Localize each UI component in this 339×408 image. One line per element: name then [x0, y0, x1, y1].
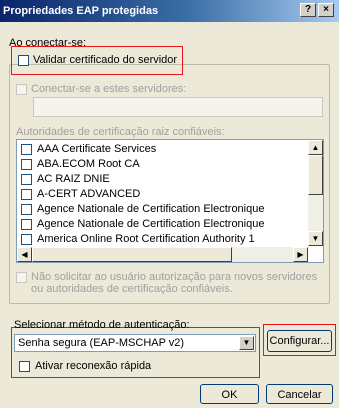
horizontal-scrollbar[interactable]: ◀ ▶: [17, 247, 308, 262]
chevron-down-icon[interactable]: ▼: [239, 336, 254, 350]
ca-checkbox[interactable]: [21, 204, 32, 215]
ca-label: America Online Root Certification Author…: [37, 233, 255, 245]
ca-checkbox[interactable]: [21, 174, 32, 185]
fast-reconnect-checkbox[interactable]: [19, 361, 30, 372]
root-ca-list[interactable]: AAA Certificate Services ABA.ECOM Root C…: [16, 139, 324, 263]
title-bar: Propriedades EAP protegidas ? ×: [0, 0, 339, 22]
ca-label: ABA.ECOM Root CA: [37, 158, 140, 170]
no-prompt-label-line2: ou autoridades de certificação confiávei…: [31, 283, 233, 295]
connect-servers-checkbox[interactable]: [16, 84, 27, 95]
ok-button[interactable]: OK: [200, 384, 259, 404]
validate-cert-checkbox[interactable]: [18, 55, 29, 66]
help-button[interactable]: ?: [300, 3, 316, 17]
ca-checkbox[interactable]: [21, 219, 32, 230]
servers-input[interactable]: [33, 97, 323, 117]
ca-checkbox[interactable]: [21, 234, 32, 245]
configure-button[interactable]: Configurar...: [267, 330, 332, 352]
connect-servers-label: Conectar-se a estes servidores:: [31, 83, 187, 95]
scroll-up-icon[interactable]: ▲: [308, 140, 323, 155]
no-prompt-checkbox[interactable]: [16, 272, 27, 283]
root-ca-label: Autoridades de certificação raiz confiáv…: [16, 126, 225, 138]
ca-label: A-CERT ADVANCED: [37, 188, 141, 200]
close-button[interactable]: ×: [318, 3, 334, 17]
auth-method-value: Senha segura (EAP-MSCHAP v2): [18, 337, 185, 349]
auth-method-select[interactable]: Senha segura (EAP-MSCHAP v2) ▼: [14, 334, 256, 352]
scroll-down-icon[interactable]: ▼: [308, 231, 323, 246]
ca-label: AC RAIZ DNIE: [37, 173, 110, 185]
ca-checkbox[interactable]: [21, 144, 32, 155]
ca-checkbox[interactable]: [21, 189, 32, 200]
window-title: Propriedades EAP protegidas: [3, 5, 159, 17]
scroll-right-icon[interactable]: ▶: [293, 247, 308, 262]
no-prompt-label-line1: Não solicitar ao usuário autorização par…: [31, 271, 318, 283]
ca-label: Agence Nationale de Certification Electr…: [37, 203, 265, 215]
eap-properties-dialog: Propriedades EAP protegidas ? × Ao conec…: [0, 0, 339, 408]
ca-checkbox[interactable]: [21, 159, 32, 170]
ca-label: Agence Nationale de Certification Electr…: [37, 218, 265, 230]
cancel-button[interactable]: Cancelar: [266, 384, 333, 404]
scroll-left-icon[interactable]: ◀: [17, 247, 32, 262]
validate-cert-label[interactable]: Validar certificado do servidor: [33, 54, 177, 66]
auth-method-label: Selecionar método de autenticação:: [14, 319, 190, 331]
vertical-scrollbar[interactable]: ▲ ▼: [308, 140, 323, 246]
ca-label: AAA Certificate Services: [37, 143, 157, 155]
fast-reconnect-label[interactable]: Ativar reconexão rápida: [35, 360, 151, 372]
scroll-thumb[interactable]: [308, 155, 323, 195]
hscroll-thumb[interactable]: [32, 247, 232, 262]
